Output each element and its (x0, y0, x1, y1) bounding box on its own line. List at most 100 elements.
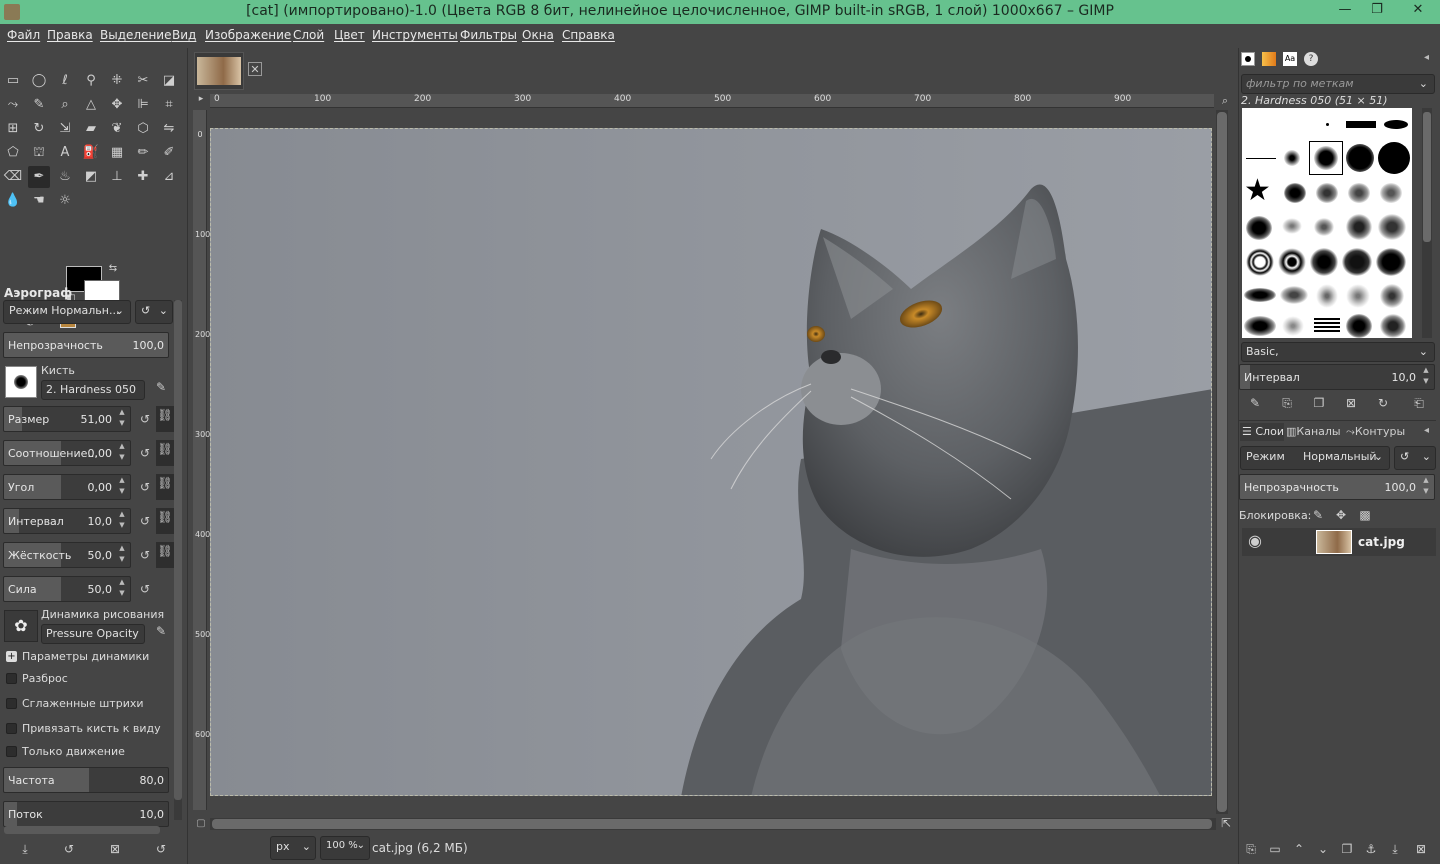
shear-tool-icon[interactable]: ▰ (80, 118, 102, 140)
quick-mask-corner-icon[interactable]: ▸ (194, 94, 208, 108)
measure-tool-icon[interactable]: △ (80, 94, 102, 116)
brush-preset-dropdown[interactable]: Basic, ⌄ (1241, 342, 1435, 362)
navigate-icon[interactable]: ⇱ (1219, 816, 1233, 830)
align-tool-icon[interactable]: ⊫ (132, 94, 154, 116)
reset-hardness-icon[interactable]: ↺ (136, 546, 154, 564)
lock-pixels-icon[interactable]: ✎ (1309, 506, 1327, 524)
eraser-tool-icon[interactable]: ⌫ (2, 166, 24, 188)
help-icon[interactable]: ? (1304, 52, 1318, 66)
cage-transform-tool-icon[interactable]: ⬠ (2, 142, 24, 164)
menu-edit[interactable]: Правка (47, 28, 93, 42)
fuzzy-select-tool-icon[interactable]: ⚲ (80, 70, 102, 92)
zoom-dropdown[interactable]: 100 % ⌄ (320, 836, 370, 860)
pencil-tool-icon[interactable]: ✐ (158, 142, 180, 164)
reset-angle-icon[interactable]: ↺ (136, 478, 154, 496)
delete-layer-icon[interactable]: ⊠ (1412, 840, 1430, 858)
edit-brush-button-icon[interactable]: ✎ (1246, 394, 1264, 412)
hardness-slider[interactable]: Жёсткость 50,0 ▲ ▼ (3, 542, 131, 568)
mode-reset-dropdown[interactable]: ↺ ⌄ (135, 300, 173, 324)
brush-name-field[interactable]: 2. Hardness 050 (41, 380, 145, 400)
spin-arrows-icon[interactable]: ▲ ▼ (116, 509, 128, 533)
reset-force-icon[interactable]: ↺ (136, 580, 154, 598)
dynamics-params-label[interactable]: Параметры динамики (22, 650, 149, 663)
spacing-slider[interactable]: Интервал 10,0 ▲ ▼ (3, 508, 131, 534)
unified-transform-tool-icon[interactable]: ⊞ (2, 118, 24, 140)
smooth-strokes-checkbox[interactable] (6, 698, 17, 709)
spin-arrows-icon[interactable]: ▲ ▼ (116, 407, 128, 431)
delete-options-icon[interactable]: ⊠ (106, 840, 124, 858)
zoom-tool-icon[interactable]: ⌕ (54, 94, 76, 116)
tool-options-hscrollbar[interactable] (4, 826, 160, 834)
merge-layer-icon[interactable]: ⤓ (1386, 840, 1404, 858)
paintbrush-tool-icon[interactable]: ✏ (132, 142, 154, 164)
save-options-icon[interactable]: ⤓ (16, 840, 34, 858)
menu-filters[interactable]: Фильтры (460, 28, 517, 42)
brush-preview[interactable] (5, 366, 37, 398)
edit-dynamics-icon[interactable]: ✎ (152, 622, 170, 640)
warp-transform-tool-icon[interactable]: ❦ (106, 118, 128, 140)
menu-image[interactable]: Изображение (205, 28, 291, 42)
bucket-fill-tool-icon[interactable]: ⛽ (80, 142, 102, 164)
layer-row[interactable]: ◉ cat.jpg (1242, 528, 1436, 556)
link-hardness-icon[interactable]: ⛓ (156, 542, 174, 568)
gradient-tool-icon[interactable]: ▦ (106, 142, 128, 164)
menu-view[interactable]: Вид (172, 28, 196, 42)
link-spacing-icon[interactable]: ⛓ (156, 508, 174, 534)
canvas-hscrollbar[interactable] (210, 818, 1216, 830)
crop-tool-icon[interactable]: ⌗ (158, 94, 180, 116)
rotate-tool-icon[interactable]: ↻ (28, 118, 50, 140)
configure-dock-icon[interactable]: ◂ (1424, 52, 1436, 66)
refresh-brushes-icon[interactable]: ↻ (1374, 394, 1392, 412)
opacity-slider[interactable]: Непрозрачность 100,0 (3, 332, 169, 358)
layer-mode-reset-dropdown[interactable]: ↺ ⌄ (1394, 446, 1436, 470)
blur-sharpen-tool-icon[interactable]: 💧 (2, 190, 24, 212)
brush-spacing-slider[interactable]: Интервал 10,0 ▲ ▼ (1239, 364, 1435, 390)
perspective-tool-icon[interactable]: ⬡ (132, 118, 154, 140)
free-select-tool-icon[interactable]: ℓ (54, 70, 76, 92)
patterns-tab-icon[interactable] (1262, 52, 1276, 66)
configure-layers-dock-icon[interactable]: ◂ (1424, 425, 1436, 439)
minimize-button[interactable]: — (1330, 0, 1360, 20)
reset-size-icon[interactable]: ↺ (136, 410, 154, 428)
spin-arrows-icon[interactable]: ▲ ▼ (116, 577, 128, 601)
spin-arrows-icon[interactable]: ▲ ▼ (1420, 365, 1432, 389)
spin-arrows-icon[interactable]: ▲ ▼ (116, 441, 128, 465)
spin-arrows-icon[interactable]: ▲ ▼ (1420, 475, 1432, 499)
foreground-select-tool-icon[interactable]: ◪ (158, 70, 180, 92)
fonts-tab-icon[interactable]: Aa (1283, 52, 1297, 66)
edit-brush-icon[interactable]: ✎ (152, 378, 170, 396)
smudge-tool-icon[interactable]: ☚ (28, 190, 50, 212)
gegl-operation-tool-icon[interactable]: ⛫ (28, 142, 50, 164)
tag-filter-input[interactable]: фильтр по меткам ⌄ (1241, 74, 1435, 94)
brushes-tab-icon[interactable] (1241, 52, 1255, 66)
layer-opacity-slider[interactable]: Непрозрачность 100,0 ▲ ▼ (1239, 474, 1435, 500)
maximize-button[interactable]: ❐ (1362, 0, 1392, 20)
lower-layer-icon[interactable]: ⌄ (1314, 840, 1332, 858)
spin-arrows-icon[interactable]: ▲ ▼ (116, 543, 128, 567)
new-brush-icon[interactable]: ⎘ (1278, 394, 1296, 412)
clone-tool-icon[interactable]: ⊥ (106, 166, 128, 188)
rect-select-tool-icon[interactable]: ▭ (2, 70, 24, 92)
flip-tool-icon[interactable]: ⇋ (158, 118, 180, 140)
menu-layer[interactable]: Слой (293, 28, 324, 42)
force-slider[interactable]: Сила 50,0 ▲ ▼ (3, 576, 131, 602)
menu-select[interactable]: Выделение (100, 28, 171, 42)
duplicate-brush-icon[interactable]: ❐ (1310, 394, 1328, 412)
scissors-tool-icon[interactable]: ✂ (132, 70, 154, 92)
menu-tools[interactable]: Инструменты (372, 28, 458, 42)
zoom-to-fit-icon[interactable]: ⌕ (1218, 94, 1232, 108)
select-by-color-tool-icon[interactable]: ⁜ (106, 70, 128, 92)
close-tab-icon[interactable]: ✕ (248, 62, 262, 76)
close-button[interactable]: ✕ (1400, 0, 1436, 20)
link-size-icon[interactable]: ⛓ (156, 406, 174, 432)
menu-file[interactable]: Файл (7, 28, 40, 42)
angle-slider[interactable]: Угол 0,00 ▲ ▼ (3, 474, 131, 500)
menu-windows[interactable]: Окна (522, 28, 554, 42)
aspect-ratio-slider[interactable]: Соотношение... 0,00 ▲ ▼ (3, 440, 131, 466)
tool-options-vscrollbar[interactable] (174, 300, 182, 820)
new-layer-group-icon[interactable]: ▭ (1266, 840, 1284, 858)
brush-grid[interactable]: ★ (1242, 108, 1412, 338)
image-tab[interactable] (194, 52, 244, 90)
scatter-checkbox[interactable] (6, 673, 17, 684)
perspective-clone-tool-icon[interactable]: ⊿ (158, 166, 180, 188)
